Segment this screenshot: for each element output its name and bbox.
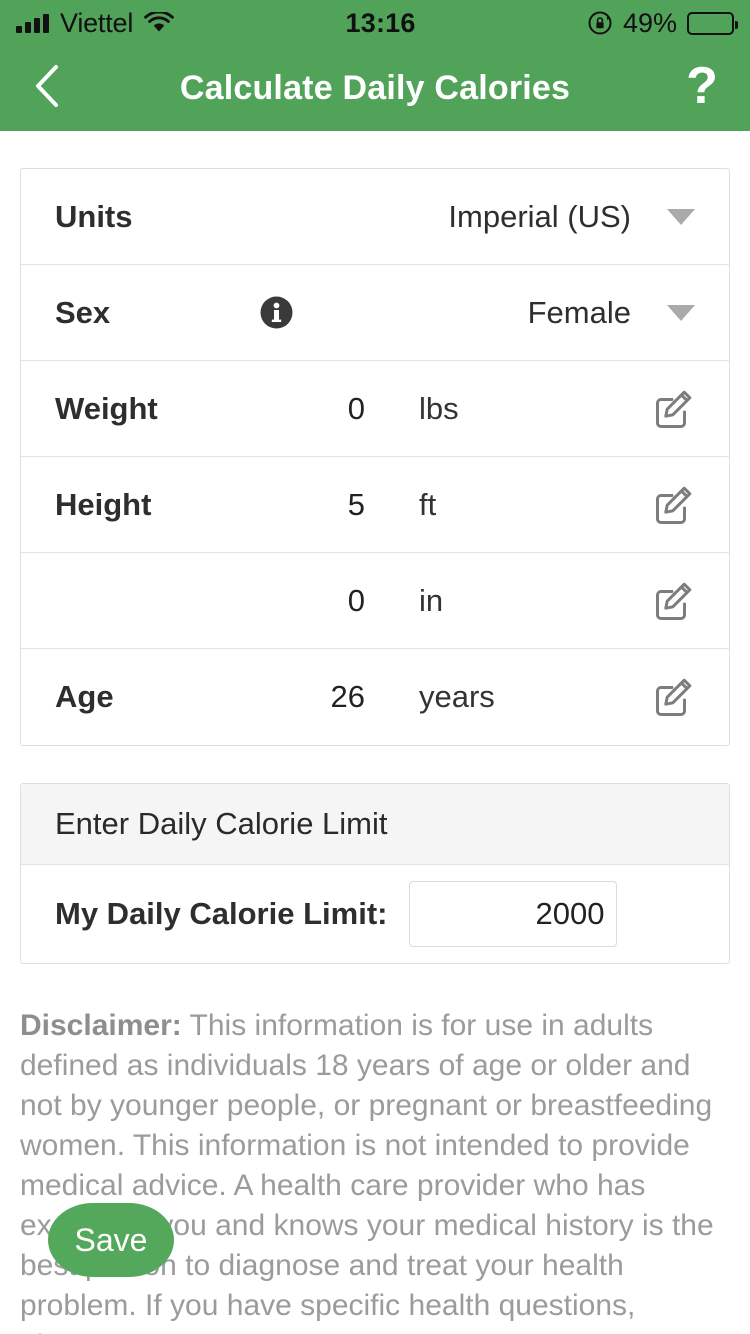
chevron-left-icon [30,62,66,115]
row-units[interactable]: Units Imperial (US) [21,169,729,265]
row-label-height: Height [55,486,152,522]
status-bar-right: 49% [587,7,738,39]
units-select[interactable]: Imperial (US) [260,199,695,235]
signal-bars-icon [16,13,49,33]
carrier-label: Viettel [60,7,134,38]
row-label-sex: Sex [55,294,111,330]
calorie-limit-input[interactable] [409,881,618,947]
edit-weight-button[interactable] [651,387,695,431]
sex-value: Female [527,294,631,330]
age-unit: years [419,679,495,714]
row-height-ft[interactable]: Height 5 ft [21,457,729,553]
row-label-units: Units [55,198,133,234]
calorie-limit-label: My Daily Calorie Limit: [55,896,388,931]
measurements-card: Units Imperial (US) Sex Female Weight 0 … [20,168,730,746]
disclaimer-text: Disclaimer: This information is for use … [20,1006,732,1334]
clock-label: 13:16 [345,7,416,38]
weight-value: 0 [347,390,365,426]
sex-info-button[interactable] [260,296,336,329]
edit-height-ft-button[interactable] [651,483,695,527]
help-button[interactable]: ? [654,46,750,131]
disclaimer-body: This information is for use in adults de… [20,1009,714,1334]
battery-percent-label: 49% [622,7,677,38]
app-root: Viettel 13:16 49% Calculate Daily Calori… [0,0,750,1334]
row-age[interactable]: Age 26 years [21,649,729,745]
units-value: Imperial (US) [448,198,631,234]
height-in-unit: in [419,582,444,618]
battery-icon [687,11,738,35]
sex-select[interactable]: Female [336,295,695,331]
info-icon [260,296,293,329]
height-in-value: 0 [347,582,365,618]
row-sex[interactable]: Sex Female [21,265,729,361]
edit-height-in-button[interactable] [651,579,695,623]
calorie-limit-card: Enter Daily Calorie Limit My Daily Calor… [20,783,730,964]
edit-age-button[interactable] [651,675,695,719]
age-value: 26 [330,679,365,714]
chevron-down-icon [667,208,695,225]
nav-bar: Calculate Daily Calories ? [0,46,750,131]
row-height-in[interactable]: 0 in [21,553,729,649]
weight-unit: lbs [419,390,459,426]
disclaimer-bold-prefix: Disclaimer: [20,1009,182,1042]
back-button[interactable] [0,46,96,131]
row-weight[interactable]: Weight 0 lbs [21,361,729,457]
height-ft-value: 5 [347,486,365,522]
wifi-icon [144,12,175,34]
row-label-weight: Weight [55,390,158,426]
calorie-limit-header: Enter Daily Calorie Limit [21,784,729,865]
status-bar-left: Viettel [16,7,175,39]
chevron-down-icon [667,304,695,321]
row-label-age: Age [55,679,114,714]
calorie-limit-body: My Daily Calorie Limit: [21,865,729,963]
status-bar-center: 13:16 [174,8,587,39]
save-button[interactable]: Save [48,1203,174,1277]
rotation-lock-icon [587,10,613,36]
height-ft-unit: ft [419,486,437,522]
status-bar: Viettel 13:16 49% [0,0,750,46]
page-title: Calculate Daily Calories [179,69,571,107]
